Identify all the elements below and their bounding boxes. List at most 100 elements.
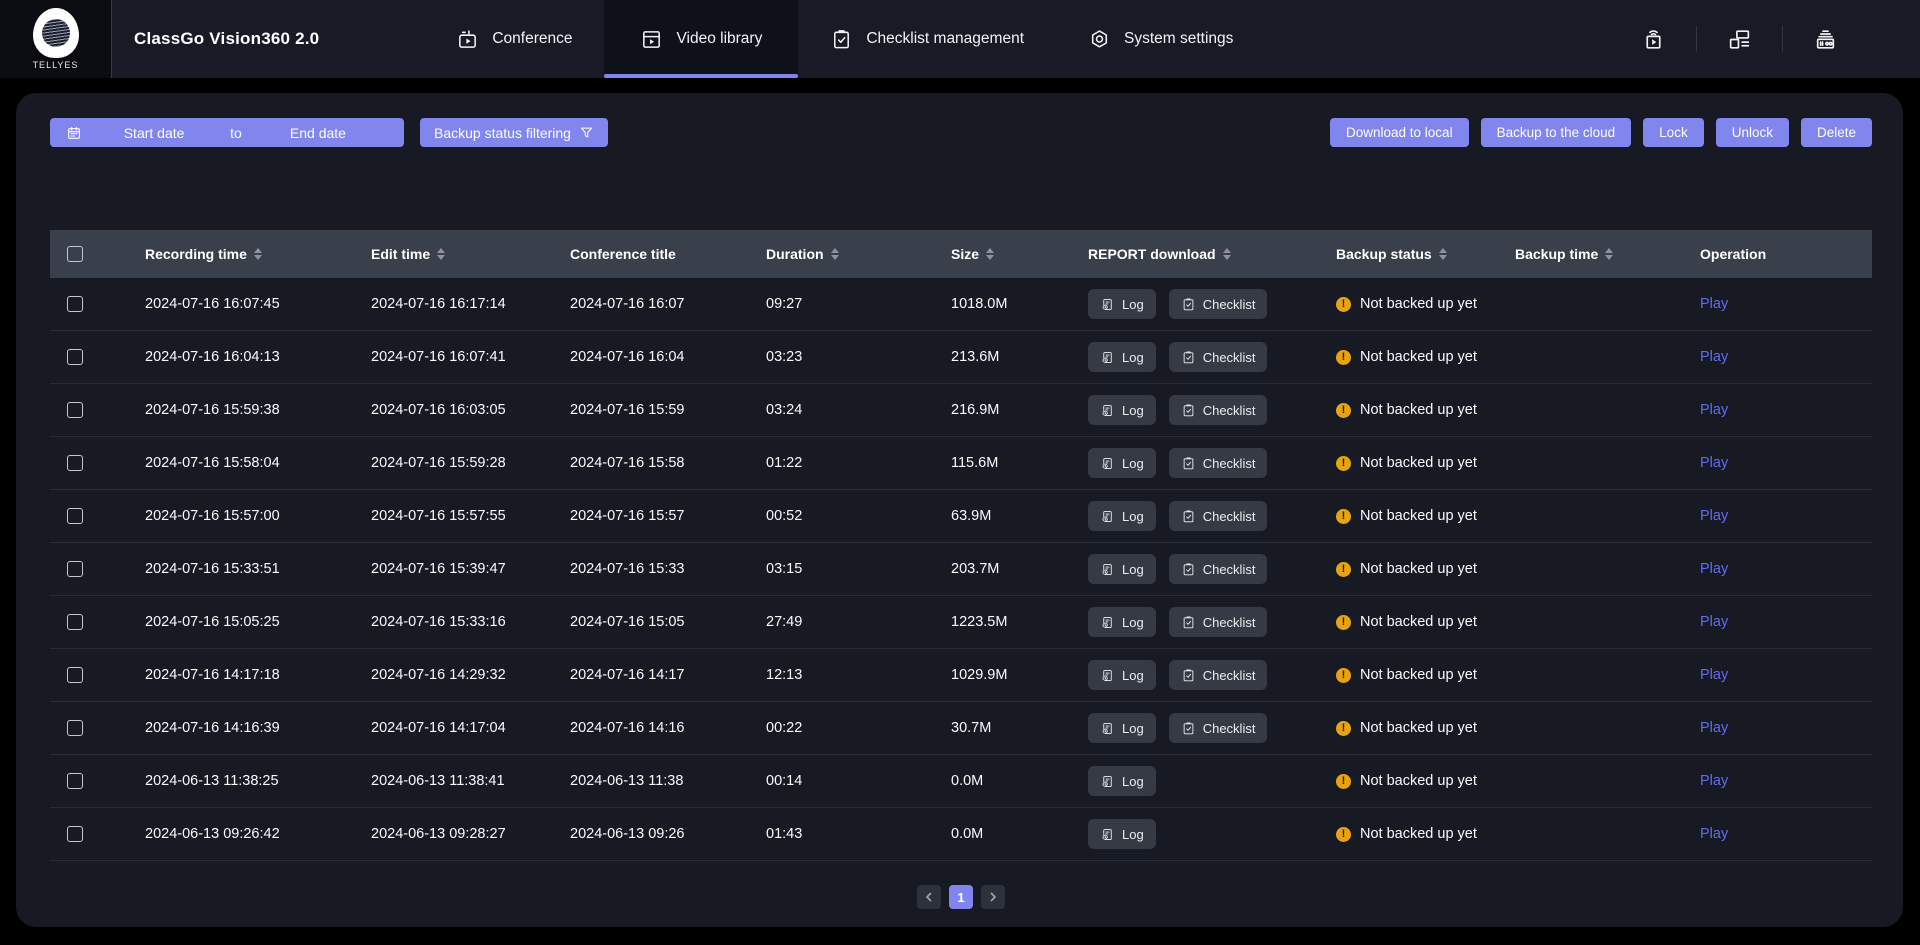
sort-icon[interactable]: [831, 248, 839, 260]
size-cell: 1018.0M: [951, 296, 1088, 312]
start-date-input[interactable]: Start date: [82, 125, 226, 141]
sort-icon[interactable]: [1439, 248, 1447, 260]
column-header-recording-time[interactable]: Recording time: [145, 246, 371, 262]
warning-icon: !: [1336, 827, 1351, 842]
checklist-clipboard-icon: [1181, 350, 1196, 365]
end-date-input[interactable]: End date: [246, 125, 390, 141]
play-link[interactable]: Play: [1700, 349, 1728, 365]
unlock-button[interactable]: Unlock: [1716, 118, 1789, 147]
row-checkbox[interactable]: [67, 614, 83, 630]
log-button[interactable]: Log: [1088, 342, 1156, 372]
warning-icon: !: [1336, 721, 1351, 736]
play-link[interactable]: Play: [1700, 826, 1728, 842]
column-header-duration[interactable]: Duration: [766, 246, 951, 262]
page-title: ClassGo Vision360 2.0: [134, 29, 319, 49]
row-checkbox[interactable]: [67, 773, 83, 789]
download-to-local-button[interactable]: Download to local: [1330, 118, 1469, 147]
lock-button[interactable]: Lock: [1643, 118, 1704, 147]
tab-checklist-management[interactable]: Checklist management: [798, 0, 1056, 78]
play-link[interactable]: Play: [1700, 667, 1728, 683]
calendar-icon: [66, 125, 82, 141]
log-button[interactable]: Log: [1088, 607, 1156, 637]
prev-page-button[interactable]: [917, 885, 941, 909]
checklist-clipboard-icon: [1181, 297, 1196, 312]
recording-time-cell: 2024-07-16 14:16:39: [145, 720, 371, 736]
log-button[interactable]: Log: [1088, 713, 1156, 743]
date-range-picker[interactable]: Start date to End date: [50, 118, 404, 147]
column-header-operation: Operation: [1700, 246, 1872, 262]
column-header-backup-status[interactable]: Backup status: [1336, 246, 1515, 262]
checklist-button[interactable]: Checklist: [1169, 607, 1268, 637]
size-cell: 203.7M: [951, 561, 1088, 577]
logo-egg-shape: [33, 8, 79, 58]
sort-icon[interactable]: [1605, 248, 1613, 260]
checklist-button[interactable]: Checklist: [1169, 501, 1268, 531]
row-checkbox[interactable]: [67, 720, 83, 736]
log-file-icon: [1100, 615, 1115, 630]
tab-conference[interactable]: Conference: [424, 0, 604, 78]
log-button[interactable]: Log: [1088, 289, 1156, 319]
column-header-size[interactable]: Size: [951, 246, 1088, 262]
play-link[interactable]: Play: [1700, 773, 1728, 789]
row-checkbox[interactable]: [67, 826, 83, 842]
sort-icon[interactable]: [254, 248, 262, 260]
duration-cell: 03:15: [766, 561, 951, 577]
backup-status-filter-button[interactable]: Backup status filtering: [420, 118, 608, 147]
log-button[interactable]: Log: [1088, 501, 1156, 531]
checklist-button[interactable]: Checklist: [1169, 395, 1268, 425]
row-checkbox[interactable]: [67, 402, 83, 418]
log-file-icon: [1100, 774, 1115, 789]
backup-to-cloud-button[interactable]: Backup to the cloud: [1481, 118, 1632, 147]
next-page-button[interactable]: [981, 885, 1005, 909]
live-cast-button[interactable]: [1611, 27, 1696, 52]
row-checkbox[interactable]: [67, 667, 83, 683]
row-checkbox[interactable]: [67, 296, 83, 312]
log-button[interactable]: Log: [1088, 819, 1156, 849]
sort-icon[interactable]: [1223, 248, 1231, 260]
table-row: 2024-07-16 15:05:25 2024-07-16 15:33:16 …: [50, 596, 1872, 649]
backup-status-text: Not backed up yet: [1360, 508, 1477, 524]
checklist-button[interactable]: Checklist: [1169, 713, 1268, 743]
page-1-button[interactable]: 1: [949, 885, 973, 909]
log-button[interactable]: Log: [1088, 766, 1156, 796]
warning-icon: !: [1336, 456, 1351, 471]
row-checkbox[interactable]: [67, 349, 83, 365]
play-link[interactable]: Play: [1700, 720, 1728, 736]
report-download-cell: Log: [1088, 766, 1336, 796]
warning-icon: !: [1336, 403, 1351, 418]
tab-system-settings[interactable]: System settings: [1056, 0, 1265, 78]
checklist-button[interactable]: Checklist: [1169, 554, 1268, 584]
play-link[interactable]: Play: [1700, 508, 1728, 524]
conference-title-cell: 2024-06-13 09:26: [570, 826, 766, 842]
checklist-button[interactable]: Checklist: [1169, 342, 1268, 372]
checklist-button[interactable]: Checklist: [1169, 660, 1268, 690]
delete-button[interactable]: Delete: [1801, 118, 1872, 147]
row-checkbox[interactable]: [67, 455, 83, 471]
log-button[interactable]: Log: [1088, 395, 1156, 425]
row-checkbox[interactable]: [67, 508, 83, 524]
log-button[interactable]: Log: [1088, 448, 1156, 478]
tab-video-library[interactable]: Video library: [604, 0, 798, 78]
play-link[interactable]: Play: [1700, 614, 1728, 630]
play-link[interactable]: Play: [1700, 296, 1728, 312]
column-header-backup-time[interactable]: Backup time: [1515, 246, 1700, 262]
play-link[interactable]: Play: [1700, 561, 1728, 577]
layout-button[interactable]: [1697, 27, 1782, 52]
conference-camera-icon: [456, 28, 479, 51]
checklist-button[interactable]: Checklist: [1169, 289, 1268, 319]
select-all-checkbox[interactable]: [67, 246, 83, 262]
log-button[interactable]: Log: [1088, 660, 1156, 690]
column-header-report-download[interactable]: REPORT download: [1088, 246, 1336, 262]
globe-icon: [42, 19, 70, 47]
play-link[interactable]: Play: [1700, 402, 1728, 418]
sort-icon[interactable]: [437, 248, 445, 260]
edit-time-cell: 2024-07-16 14:29:32: [371, 667, 570, 683]
recorder-device-button[interactable]: [1783, 27, 1868, 52]
play-link[interactable]: Play: [1700, 455, 1728, 471]
backup-status-cell: ! Not backed up yet: [1336, 561, 1515, 577]
checklist-button[interactable]: Checklist: [1169, 448, 1268, 478]
row-checkbox[interactable]: [67, 561, 83, 577]
log-button[interactable]: Log: [1088, 554, 1156, 584]
column-header-edit-time[interactable]: Edit time: [371, 246, 570, 262]
sort-icon[interactable]: [986, 248, 994, 260]
